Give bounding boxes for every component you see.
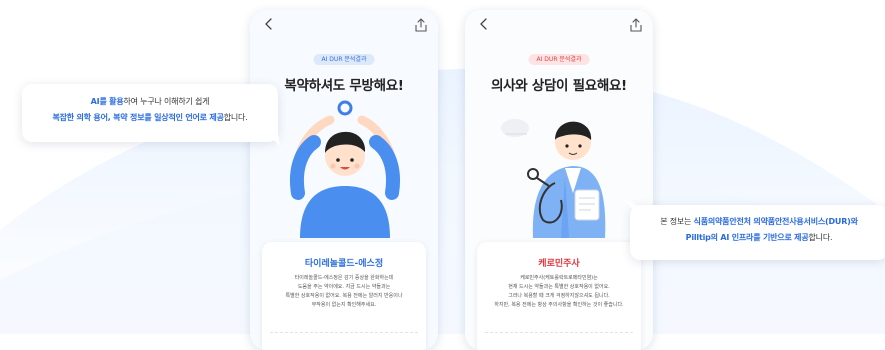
divider	[485, 332, 633, 333]
description-line: 현재 드시는 약들과는 특별한 상호작용이 없어요.	[508, 284, 610, 290]
drug-name: 케로민주사	[538, 259, 580, 269]
bubble-highlight: 식품의약품안전처 의약품안전사용서비스(DUR)와	[693, 217, 858, 226]
bubble-highlight: Pilltip의 AI 인프라를 기반으로 제공	[685, 233, 809, 242]
description-line: 하지만, 복용 전에는 항상 주의사항을 확인하는 것이 좋습니다.	[494, 302, 624, 308]
drug-description: 케로민주사(케토롤락트로메타민염)는 현재 드시는 약들과는 특별한 상호작용이…	[483, 274, 635, 310]
result-headline: 의사와 상담이 필요해요!	[491, 78, 627, 94]
bubble-highlight: AI를 활용	[90, 97, 124, 106]
analysis-badge: AI DUR 분석결과	[528, 54, 590, 65]
phone-safe-result: AI DUR 분석결과 복약하셔도 무방해요! 타이레놀콜드-에스정 타이레놀콜…	[250, 10, 438, 350]
description-line: 그러나 복용할 때 크게 걱정하지않으셔도 됩니다.	[508, 293, 610, 299]
bubble-tail	[268, 134, 280, 146]
drug-description: 타이레놀콜드-에스정은 감기 증상을 완화하는데 도움을 주는 약이에요. 지금…	[268, 274, 420, 310]
share-icon[interactable]	[629, 17, 643, 33]
bubble-text: 하여 누구나 이해하기 쉽게	[123, 97, 210, 106]
background-waves	[0, 68, 885, 334]
happy-character-illustration	[290, 100, 400, 238]
feature-bubble-ai: AI를 활용하여 누구나 이해하기 쉽게 복잡한 의학 용어, 복약 정보를 일…	[22, 84, 280, 146]
share-icon[interactable]	[414, 17, 428, 33]
bubble-text: 합니다.	[808, 233, 833, 242]
bubble-text: 합니다.	[223, 113, 248, 122]
description-line: 부작용이 없는지 확인해주세요.	[311, 302, 377, 308]
description-line: 도움을 주는 약이에요. 지금 드시는 약들과는	[297, 284, 391, 290]
bubble-text: 본 정보는	[660, 217, 694, 226]
doctor-illustration	[501, 119, 606, 238]
analysis-badge: AI DUR 분석결과	[313, 54, 375, 65]
feature-bubble-source: 본 정보는 식품의약품안전처 의약품안전사용서비스(DUR)와 Pilltip의…	[624, 199, 885, 260]
phone-consult-result: AI DUR 분석결과 의사와 상담이 필요해요! 케로민주사 케로민주사(케토…	[465, 10, 653, 350]
back-arrow-icon[interactable]	[261, 16, 277, 32]
description-line: 케로민주사(케토롤락트로메타민염)는	[520, 275, 598, 281]
description-line: 타이레놀콜드-에스정은 감기 증상을 완화하는데	[294, 275, 394, 281]
divider	[270, 332, 418, 333]
description-line: 특별한 상호작용이 없어요. 복용 전에는 알러지 반응이나	[285, 293, 403, 299]
bubble-tail	[624, 199, 636, 213]
drug-name: 타이레놀콜드-에스정	[304, 259, 384, 269]
back-arrow-icon[interactable]	[476, 16, 492, 32]
bubble-highlight: 복잡한 의학 용어, 복약 정보를 일상적인 언어로 제공	[52, 113, 224, 122]
result-headline: 복약하셔도 무방해요!	[284, 78, 404, 94]
